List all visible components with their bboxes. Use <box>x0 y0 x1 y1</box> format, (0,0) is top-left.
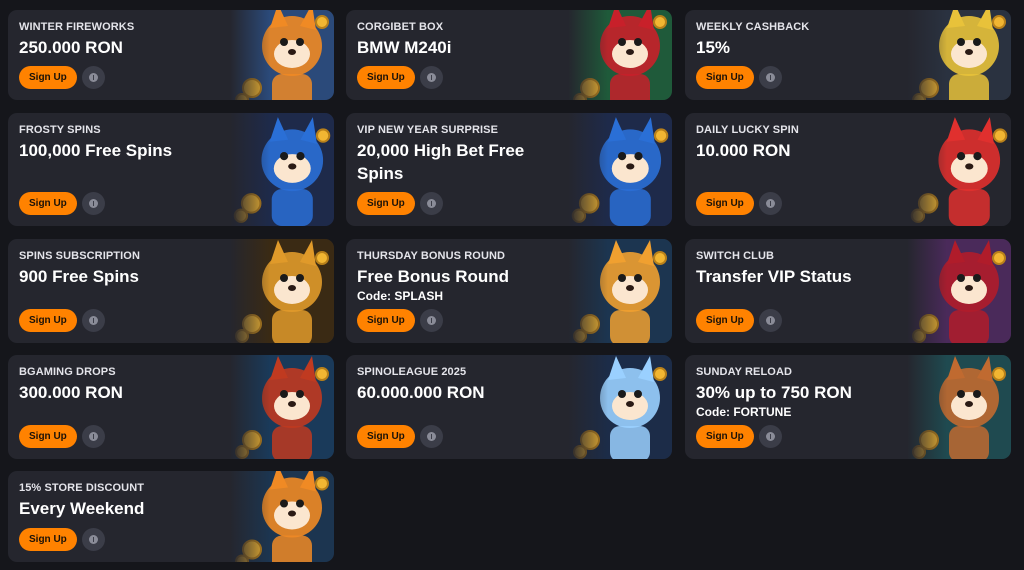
promo-card-15-store-discount[interactable]: 15% STORE DISCOUNT Every Weekend Sign Up <box>8 471 334 562</box>
promo-label: CORGIBET BOX <box>357 21 444 33</box>
sign-up-button[interactable]: Sign Up <box>696 192 754 215</box>
promo-card-weekly-cashback[interactable]: WEEKLY CASHBACK 15% Sign Up <box>685 10 1011 100</box>
promo-label: DAILY LUCKY SPIN <box>696 124 799 136</box>
promo-card-winter-fireworks[interactable]: WINTER FIREWORKS 250.000 RON Sign Up <box>8 10 334 100</box>
info-icon <box>88 432 98 441</box>
info-icon <box>426 432 436 441</box>
promo-label: WINTER FIREWORKS <box>19 21 135 33</box>
promo-card-corgibet-box[interactable]: CORGIBET BOX BMW M240i Sign Up <box>346 10 672 100</box>
sign-up-button[interactable]: Sign Up <box>357 192 415 215</box>
sign-up-button[interactable]: Sign Up <box>357 66 415 89</box>
promo-label: SPINS SUBSCRIPTION <box>19 250 140 262</box>
sign-up-button[interactable]: Sign Up <box>696 66 754 89</box>
promo-card-switch-club[interactable]: SWITCH CLUB Transfer VIP Status Sign Up <box>685 239 1011 343</box>
zeus-icon <box>568 355 672 459</box>
info-button[interactable] <box>419 309 443 332</box>
promo-label: SPINOLEAGUE 2025 <box>357 366 467 378</box>
sign-up-button[interactable]: Sign Up <box>19 192 77 215</box>
info-icon <box>765 199 775 208</box>
promo-title: BMW M240i <box>357 38 452 57</box>
promo-card-sunday-reload[interactable]: SUNDAY RELOAD 30% up to 750 RON Code: FO… <box>685 355 1011 459</box>
info-icon <box>765 432 775 441</box>
promo-label: 15% STORE DISCOUNT <box>19 482 145 494</box>
promo-card-thursday-bonus-round[interactable]: THURSDAY BONUS ROUND Free Bonus Round Co… <box>346 239 672 343</box>
promo-card-spinoleague-2025[interactable]: SPINOLEAGUE 2025 60.000.000 RON Sign Up <box>346 355 672 459</box>
promo-title: 30% up to 750 RON <box>696 383 852 402</box>
promotions-grid: WINTER FIREWORKS 250.000 RON Sign Up COR… <box>0 0 1024 570</box>
promo-label: BGAMING DROPS <box>19 366 116 378</box>
sign-up-button[interactable]: Sign Up <box>696 425 754 448</box>
cashback-house-icon <box>907 10 1011 100</box>
corgi-sunglasses-icon <box>907 113 1011 226</box>
gift-box-icon <box>568 10 672 100</box>
sign-up-button[interactable]: Sign Up <box>19 425 77 448</box>
promo-title: 250.000 RON <box>19 38 123 57</box>
promo-label: THURSDAY BONUS ROUND <box>357 250 506 262</box>
info-button[interactable] <box>419 192 443 215</box>
info-button[interactable] <box>81 192 105 215</box>
info-icon <box>426 73 436 82</box>
promo-title: 10.000 RON <box>696 141 791 160</box>
info-button[interactable] <box>758 66 782 89</box>
cowgirl-corgi-icon <box>230 355 334 459</box>
promo-label: VIP NEW YEAR SURPRISE <box>357 124 499 136</box>
info-button[interactable] <box>758 309 782 332</box>
info-button[interactable] <box>81 425 105 448</box>
info-icon <box>426 316 436 325</box>
info-button[interactable] <box>81 309 105 332</box>
promo-label: FROSTY SPINS <box>19 124 101 136</box>
promo-code: Code: SPLASH <box>357 289 444 303</box>
promo-title: 15% <box>696 38 731 57</box>
promo-card-daily-lucky-spin[interactable]: DAILY LUCKY SPIN 10.000 RON Sign Up <box>685 113 1011 226</box>
info-icon <box>88 199 98 208</box>
promo-code: Code: FORTUNE <box>696 405 792 419</box>
sign-up-button[interactable]: Sign Up <box>696 309 754 332</box>
promo-title: Free Bonus Round <box>357 267 510 286</box>
info-icon <box>426 199 436 208</box>
promo-card-spins-subscription[interactable]: SPINS SUBSCRIPTION 900 Free Spins Sign U… <box>8 239 334 343</box>
jester-corgi-icon <box>568 113 672 226</box>
sign-up-button[interactable]: Sign Up <box>357 425 415 448</box>
info-icon <box>88 316 98 325</box>
promo-title: 300.000 RON <box>19 383 123 402</box>
percent-corgi-icon <box>230 471 334 562</box>
sign-up-button[interactable]: Sign Up <box>19 528 77 551</box>
info-button[interactable] <box>81 66 105 89</box>
info-icon <box>88 535 98 544</box>
king-corgi-icon <box>907 239 1011 343</box>
promo-title: 20,000 High Bet Free Spins <box>357 141 525 183</box>
info-button[interactable] <box>419 66 443 89</box>
promo-label: SUNDAY RELOAD <box>696 366 793 378</box>
sign-up-button[interactable]: Sign Up <box>19 309 77 332</box>
sign-up-button[interactable]: Sign Up <box>357 309 415 332</box>
corgi-coins-icon <box>568 239 672 343</box>
roman-corgi-icon <box>230 239 334 343</box>
info-icon <box>765 316 775 325</box>
paw-medallion-icon <box>907 355 1011 459</box>
promo-title: Transfer VIP Status <box>696 267 852 286</box>
promo-title: 100,000 Free Spins <box>19 141 173 160</box>
promo-card-vip-new-year-surprise[interactable]: VIP NEW YEAR SURPRISE 20,000 High Bet Fr… <box>346 113 672 226</box>
promo-title: 900 Free Spins <box>19 267 140 286</box>
promo-label: WEEKLY CASHBACK <box>696 21 810 33</box>
promo-title: 60.000.000 RON <box>357 383 485 402</box>
jester-corgi-icon <box>230 113 334 226</box>
info-icon <box>88 73 98 82</box>
info-button[interactable] <box>758 425 782 448</box>
sign-up-button[interactable]: Sign Up <box>19 66 77 89</box>
info-button[interactable] <box>81 528 105 551</box>
promo-label: SWITCH CLUB <box>696 250 775 262</box>
info-button[interactable] <box>419 425 443 448</box>
promo-title: Every Weekend <box>19 499 145 518</box>
promo-card-bgaming-drops[interactable]: BGAMING DROPS 300.000 RON Sign Up <box>8 355 334 459</box>
fox-fireworks-icon <box>230 10 334 100</box>
info-icon <box>765 73 775 82</box>
info-button[interactable] <box>758 192 782 215</box>
promo-card-frosty-spins[interactable]: FROSTY SPINS 100,000 Free Spins Sign Up <box>8 113 334 226</box>
